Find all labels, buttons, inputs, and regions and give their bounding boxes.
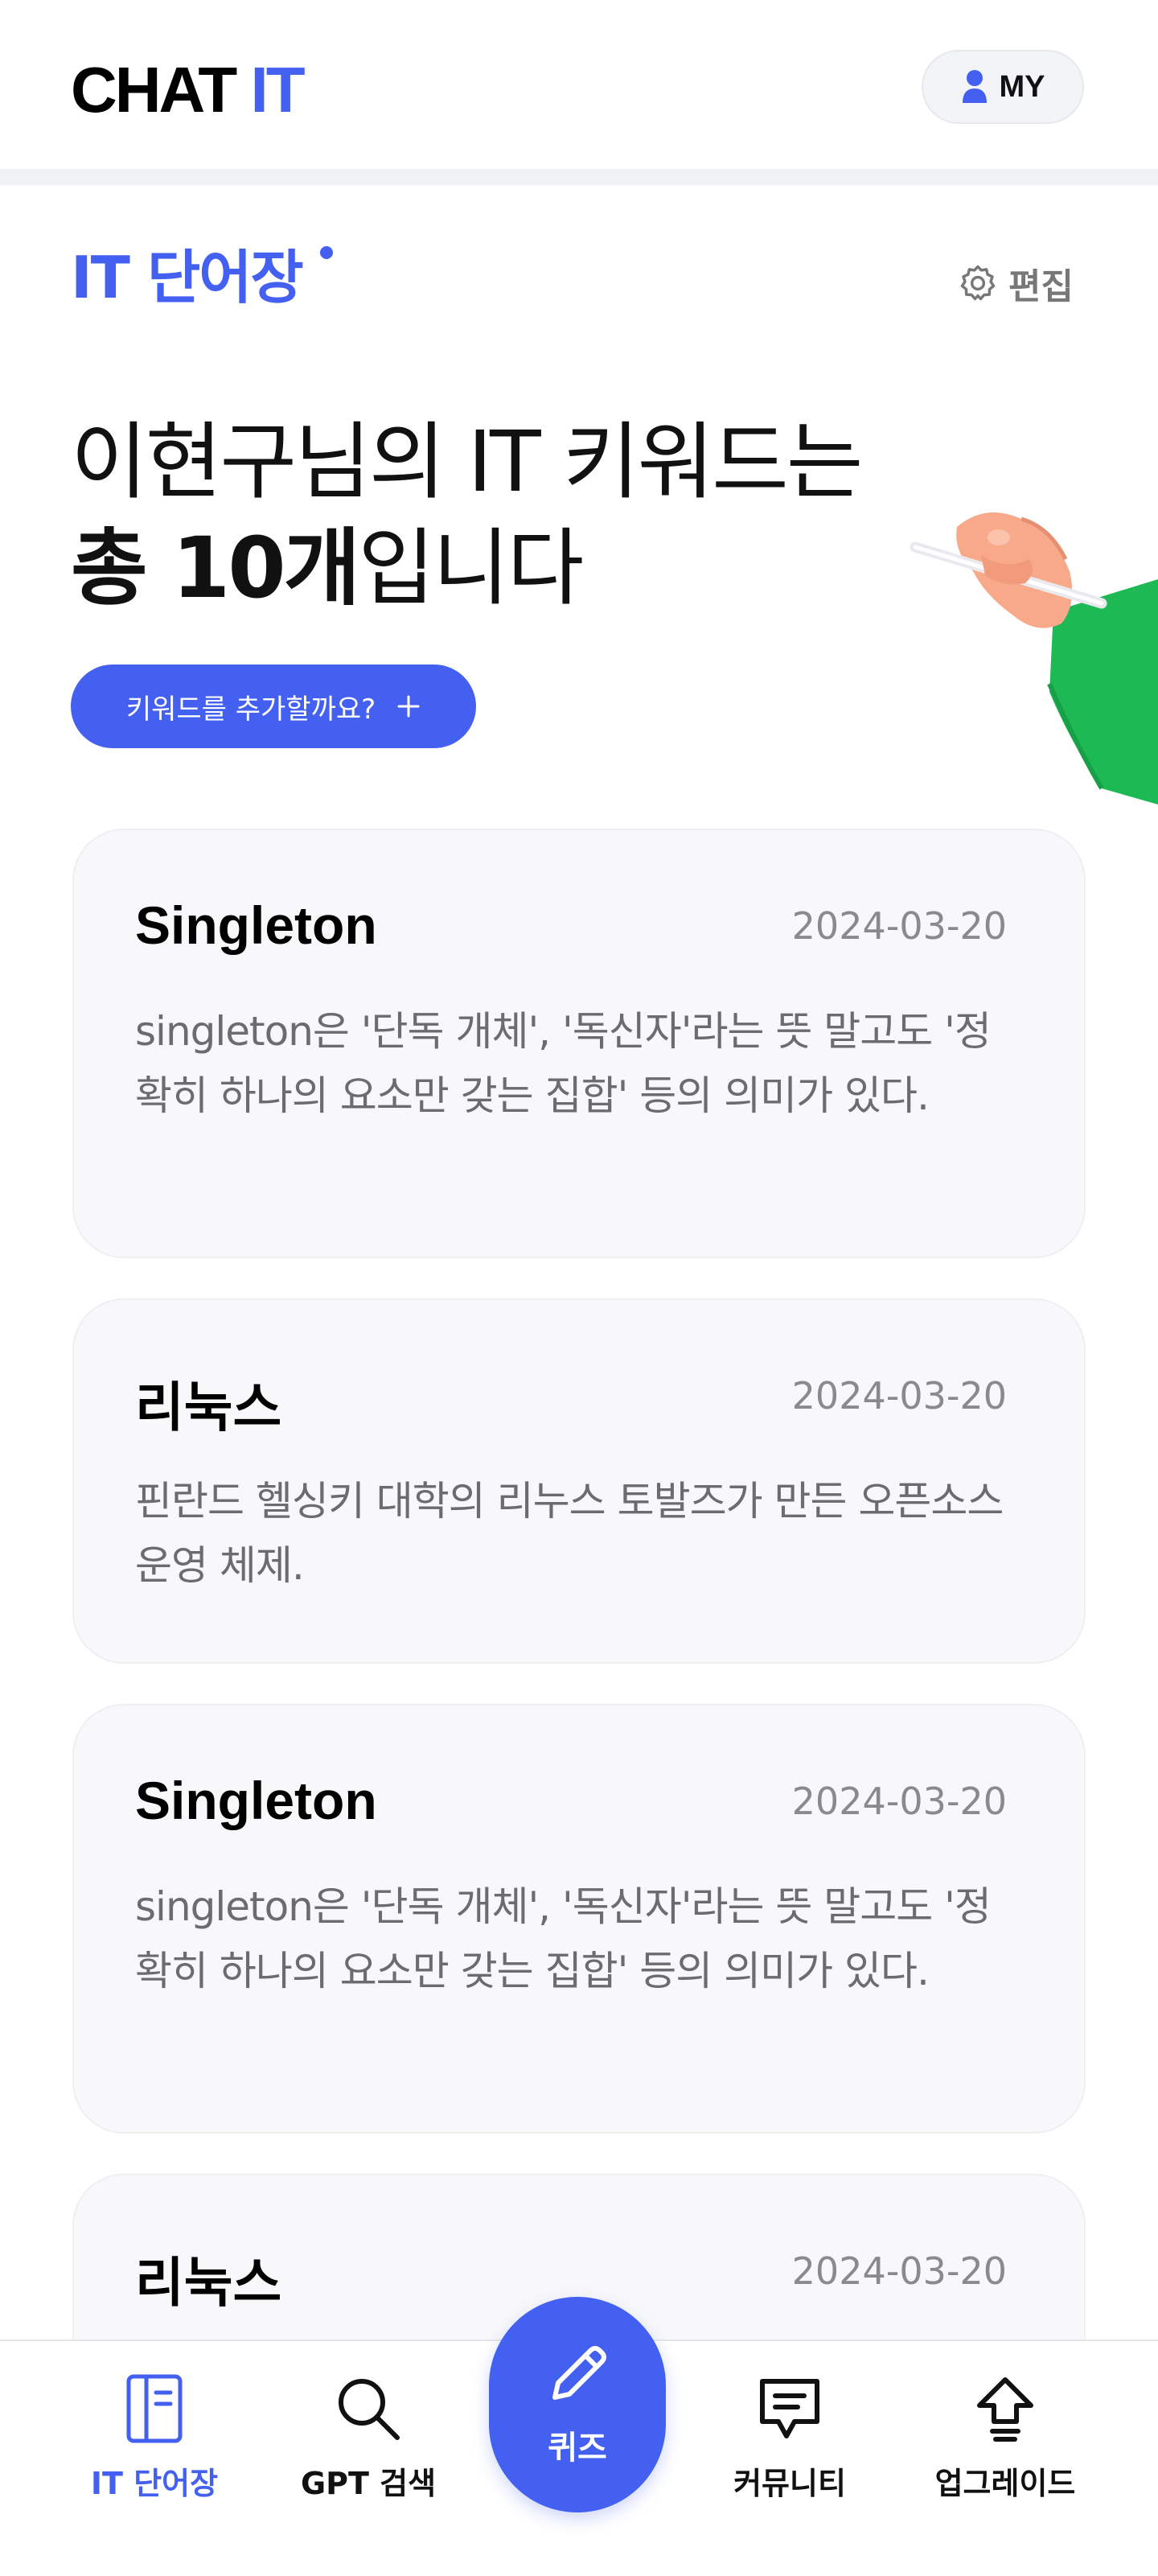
keyword-card[interactable]: Singleton 2024-03-20 singleton은 '단독 개체',… — [72, 1704, 1086, 2134]
card-term: 리눅스 — [135, 2253, 282, 2312]
tab-gpt-search[interactable]: GPT 검색 — [294, 2373, 442, 2503]
tab-label: 커뮤니티 — [733, 2466, 846, 2501]
plus-icon — [397, 695, 420, 718]
upgrade-arrow-icon — [977, 2377, 1033, 2442]
user-icon — [962, 70, 987, 103]
card-description: singleton은 '단독 개체', '독신자'라는 뜻 말고도 '정확히 하… — [135, 1008, 992, 1119]
title-dot-icon — [320, 246, 333, 259]
pencil-icon — [552, 2346, 606, 2400]
card-date: 2024-03-20 — [791, 2249, 1007, 2293]
header-divider — [0, 169, 1158, 185]
keyword-count-headline: 이현구님의 IT 키워드는 총 10개입니다 — [71, 409, 863, 621]
card-term: Singleton — [135, 1771, 377, 1830]
hand-holding-pen-illustration — [910, 512, 1158, 804]
card-term: Singleton — [135, 895, 377, 955]
chat-icon — [760, 2379, 819, 2438]
card-description: singleton은 '단독 개체', '독신자'라는 뜻 말고도 '정확히 하… — [135, 1883, 992, 1994]
edit-button[interactable]: 편집 — [957, 257, 1074, 309]
section-title: IT 단어장 — [71, 244, 304, 311]
my-page-label: MY — [999, 69, 1045, 104]
headline-line1: 이현구님의 IT 키워드는 — [71, 413, 863, 511]
tab-label: IT 단어장 — [90, 2466, 219, 2501]
notebook-icon — [126, 2374, 183, 2443]
card-term: 리눅스 — [135, 1377, 282, 1437]
app-header: CHAT IT MY — [0, 0, 1158, 169]
tab-label: GPT 검색 — [300, 2466, 437, 2501]
keyword-count: 총 10개 — [71, 519, 360, 617]
tab-it-glossary[interactable]: IT 단어장 — [80, 2373, 228, 2503]
logo-text-chat: CHAT — [71, 54, 237, 126]
quiz-button[interactable]: 퀴즈 — [489, 2297, 666, 2512]
add-keyword-button[interactable]: 키워드를 추가할까요? — [71, 665, 476, 748]
quiz-label: 퀴즈 — [548, 2430, 607, 2467]
headline-line2: 총 10개입니다 — [71, 515, 860, 621]
tab-community[interactable]: 커뮤니티 — [709, 2373, 870, 2503]
card-date: 2024-03-20 — [791, 1780, 1007, 1823]
card-date: 2024-03-20 — [791, 904, 1007, 948]
app-logo[interactable]: CHAT IT — [71, 51, 306, 129]
tab-label: 업그레이드 — [934, 2466, 1076, 2501]
logo-text-it: IT — [250, 54, 305, 126]
search-icon — [339, 2379, 400, 2440]
add-keyword-label: 키워드를 추가할까요? — [125, 693, 376, 726]
headline-suffix: 입니다 — [358, 519, 584, 617]
keyword-card[interactable]: Singleton 2024-03-20 singleton은 '단독 개체',… — [72, 829, 1086, 1258]
card-description: 핀란드 헬싱키 대학의 리누스 토발즈가 만든 오픈소스 운영 체제. — [135, 1478, 1004, 1589]
tab-upgrade[interactable]: 업그레이드 — [917, 2373, 1094, 2503]
edit-label: 편집 — [1008, 266, 1074, 307]
keyword-card[interactable]: 리눅스 2024-03-20 핀란드 헬싱키 대학의 리누스 토발즈가 만든 오… — [72, 1298, 1086, 1664]
card-date: 2024-03-20 — [791, 1374, 1007, 1418]
gear-icon — [960, 265, 996, 301]
my-page-button[interactable]: MY — [922, 50, 1084, 124]
